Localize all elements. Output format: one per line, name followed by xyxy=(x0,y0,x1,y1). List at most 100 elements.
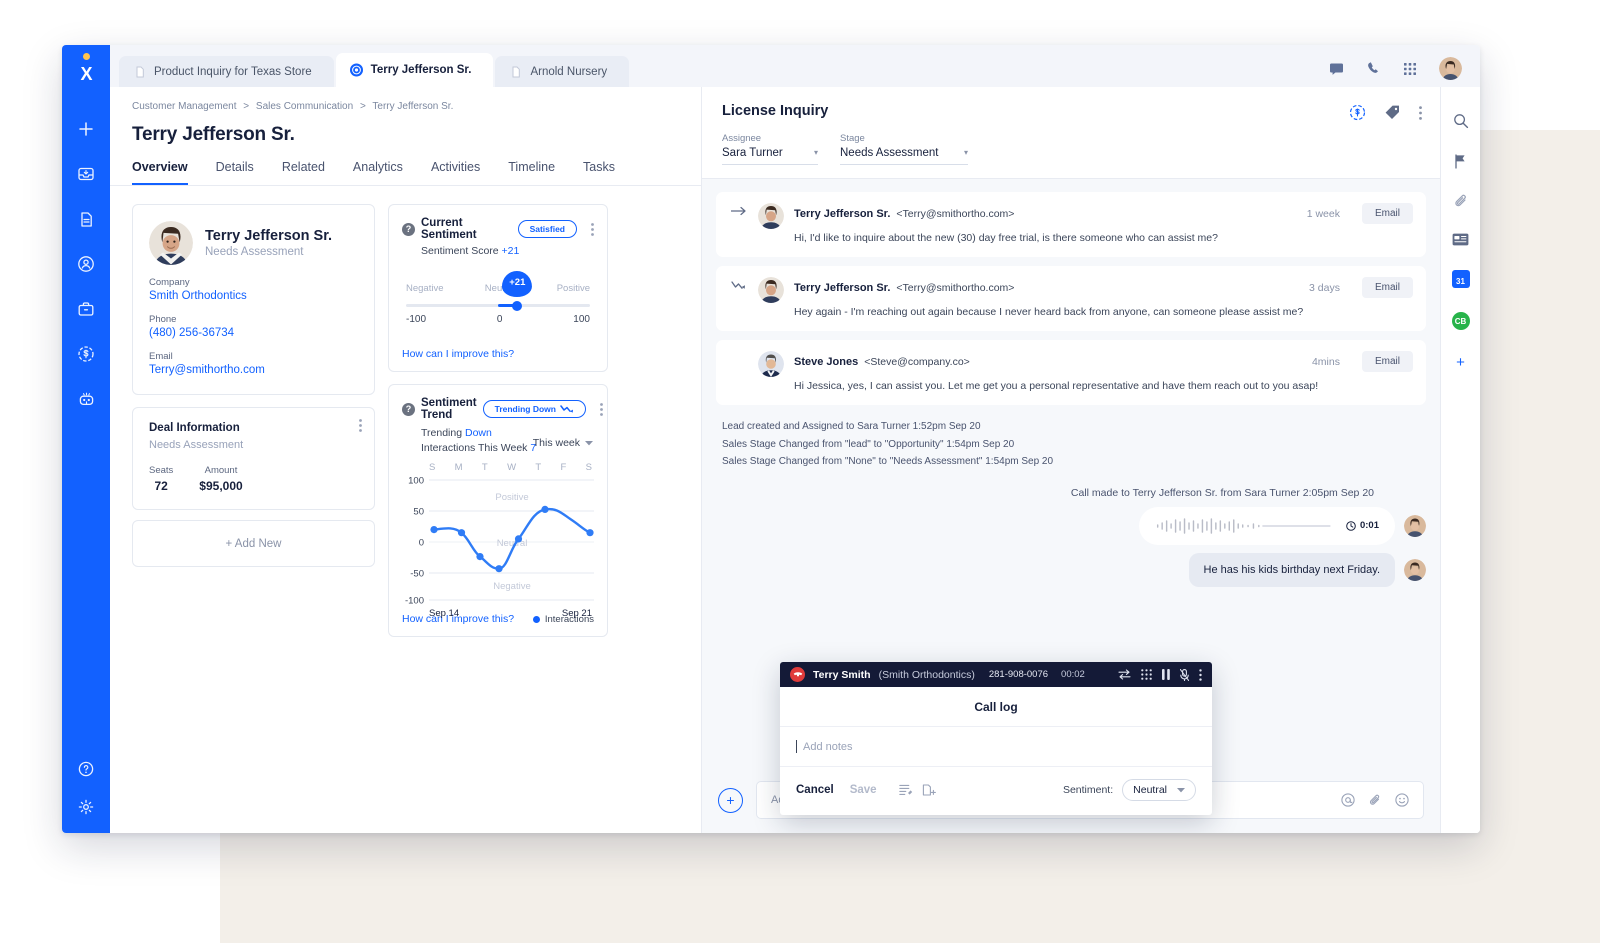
sentiment-column: ? Current Sentiment Satisfied Sentiment … xyxy=(388,204,608,638)
sender-name: Steve Jones xyxy=(794,355,859,368)
call-notes-input[interactable]: Add notes xyxy=(780,727,1212,767)
sentiment-select[interactable]: Neutral xyxy=(1122,779,1196,801)
breadcrumb: Customer Management > Sales Communicatio… xyxy=(110,101,701,112)
help-circle-icon[interactable]: ? xyxy=(402,222,415,236)
tab-analytics[interactable]: Analytics xyxy=(353,160,403,185)
sidebar-item-deals[interactable] xyxy=(76,299,96,319)
deal-information-card: Deal Information Needs Assessment Seats … xyxy=(132,407,375,510)
message-time: 4mins xyxy=(1311,355,1340,368)
tab-related[interactable]: Related xyxy=(282,160,325,185)
tab-tasks[interactable]: Tasks xyxy=(583,160,615,185)
stat-label: Seats xyxy=(149,465,174,476)
add-widget-icon[interactable]: + xyxy=(1456,354,1465,371)
stage-select[interactable]: Stage Needs Assessment ▾ xyxy=(840,133,968,165)
sender-email: <Steve@company.co> xyxy=(864,355,970,368)
help-circle-icon[interactable]: ? xyxy=(402,402,415,416)
trend-down-icon xyxy=(729,277,748,318)
sidebar-item-contacts[interactable] xyxy=(76,254,96,274)
range-selector[interactable]: This week xyxy=(533,437,593,449)
sidebar-item-documents[interactable] xyxy=(76,209,96,229)
search-icon[interactable] xyxy=(1453,113,1469,129)
sidebar-item-revenue[interactable] xyxy=(76,344,96,364)
tab-arnold-nursery[interactable]: Arnold Nursery xyxy=(495,56,630,87)
phone-icon[interactable] xyxy=(1366,61,1381,76)
channel-badge[interactable]: Email xyxy=(1361,351,1413,372)
breadcrumb-item-0[interactable]: Customer Management xyxy=(132,101,237,112)
sidebar-item-inbox[interactable] xyxy=(76,164,96,184)
more-vertical-icon[interactable] xyxy=(1419,105,1422,120)
assignee-select[interactable]: Assignee Sara Turner ▾ xyxy=(722,133,818,165)
user-avatar[interactable] xyxy=(1439,57,1462,80)
sidebar-item-bot[interactable] xyxy=(76,389,96,409)
voice-message-bubble[interactable]: 0:01 xyxy=(1139,506,1395,545)
tab-product-inquiry[interactable]: Product Inquiry for Texas Store xyxy=(119,56,334,87)
tab-overview[interactable]: Overview xyxy=(132,160,188,185)
deal-dollar-icon[interactable] xyxy=(1349,104,1366,121)
template-icon[interactable] xyxy=(898,784,913,797)
y-tick: 0 xyxy=(419,538,424,549)
sentiment-value: Neutral xyxy=(1133,784,1167,796)
more-vertical-icon[interactable] xyxy=(600,402,603,416)
help-icon[interactable] xyxy=(76,759,96,779)
apps-grid-icon[interactable] xyxy=(1403,62,1417,76)
stat-value: 72 xyxy=(154,479,168,493)
stat-label: Amount xyxy=(204,465,238,476)
cancel-button[interactable]: Cancel xyxy=(796,784,834,796)
profile-header: Terry Jefferson Sr. Needs Assessment xyxy=(149,221,358,265)
more-vertical-icon[interactable] xyxy=(591,222,594,236)
avatar xyxy=(1404,514,1426,537)
more-vertical-icon[interactable] xyxy=(1199,668,1202,681)
gauge-knob[interactable] xyxy=(512,300,523,311)
inquiry-title: License Inquiry xyxy=(722,103,829,119)
paperclip-icon[interactable] xyxy=(1453,193,1469,209)
emoji-icon[interactable] xyxy=(1395,793,1409,807)
stat-value: $95,000 xyxy=(199,479,243,493)
sidebar-item-add[interactable] xyxy=(76,119,96,139)
mention-icon[interactable] xyxy=(1341,793,1355,807)
add-attachment-button[interactable]: + xyxy=(718,787,743,813)
breadcrumb-item-1[interactable]: Sales Communication xyxy=(256,101,353,112)
mute-icon[interactable] xyxy=(1180,668,1189,681)
gauge-label-positive: Positive xyxy=(556,283,590,294)
channel-badge[interactable]: Email xyxy=(1361,277,1413,298)
tab-timeline[interactable]: Timeline xyxy=(508,160,555,185)
field-value[interactable]: Terry@smithortho.com xyxy=(149,364,358,376)
card-icon[interactable] xyxy=(1452,233,1469,246)
deal-title: Deal Information xyxy=(149,422,240,434)
app-logo[interactable]: X xyxy=(62,49,110,91)
system-event: Sales Stage Changed from "None" to "Need… xyxy=(722,456,1054,467)
add-new-button[interactable]: + Add New xyxy=(132,520,375,567)
keypad-icon[interactable] xyxy=(1141,669,1152,680)
x-tick: W xyxy=(507,462,517,474)
add-file-icon[interactable] xyxy=(922,783,936,797)
message-body: Terry Jefferson Sr. <Terry@smithortho.co… xyxy=(794,277,1413,318)
pause-icon[interactable] xyxy=(1162,669,1170,680)
settings-gear-icon[interactable] xyxy=(76,797,96,817)
message-header: Steve Jones <Steve@company.co> 4mins Ema… xyxy=(794,351,1413,372)
flag-icon[interactable] xyxy=(1453,153,1468,169)
field-value[interactable]: (480) 256-36734 xyxy=(149,327,358,339)
gauge-track[interactable]: +21 xyxy=(406,271,590,311)
field-label: Company xyxy=(149,277,190,288)
tag-icon[interactable] xyxy=(1384,104,1401,121)
end-call-icon[interactable] xyxy=(790,667,805,682)
tab-details[interactable]: Details xyxy=(216,160,254,185)
save-button[interactable]: Save xyxy=(850,784,877,796)
call-duration: 00:02 xyxy=(1061,669,1085,680)
field-value[interactable]: Smith Orthodontics xyxy=(149,290,358,302)
status-badge[interactable]: Satisfied xyxy=(517,220,577,238)
trending-label: Trending xyxy=(421,427,463,439)
trend-badge[interactable]: Trending Down xyxy=(482,400,586,418)
transfer-icon[interactable] xyxy=(1118,669,1131,680)
message-body: Steve Jones <Steve@company.co> 4mins Ema… xyxy=(794,351,1413,392)
tab-terry-jefferson[interactable]: Terry Jefferson Sr. xyxy=(335,53,494,87)
calendar-icon[interactable]: 31 xyxy=(1451,270,1470,288)
tab-activities[interactable]: Activities xyxy=(431,160,480,185)
more-vertical-icon[interactable] xyxy=(359,419,362,432)
improve-link[interactable]: How can I improve this? xyxy=(402,348,594,360)
channel-badge[interactable]: Email xyxy=(1361,203,1413,224)
integration-badge-icon[interactable]: CB xyxy=(1451,312,1470,330)
attachment-icon[interactable] xyxy=(1368,793,1382,807)
chart-band-labels: Positive Neutral Negative xyxy=(493,492,531,592)
chat-icon[interactable] xyxy=(1329,61,1344,76)
